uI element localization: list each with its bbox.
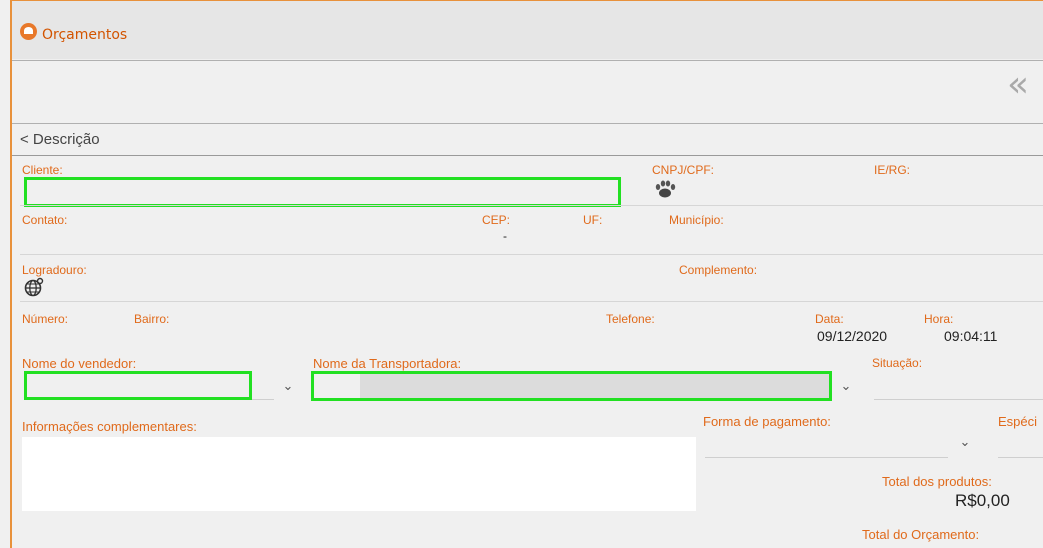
cnpj-label: CNPJ/CPF: [652, 163, 715, 177]
vendedor-underline [252, 399, 274, 400]
window-title: Orçamentos [42, 27, 128, 43]
logradouro-label: Logradouro: [22, 263, 87, 277]
cliente-label: Cliente: [22, 163, 63, 177]
contato-label: Contato: [22, 213, 68, 227]
paw-icon[interactable] [654, 179, 676, 204]
cep-value: - [503, 229, 507, 243]
numero-label: Número: [22, 312, 69, 326]
cliente-input[interactable] [24, 177, 621, 207]
total-orcamento-label: Total do Orçamento: [862, 527, 980, 542]
vendedor-label: Nome do vendedor: [22, 356, 137, 371]
total-produtos-value: R$0,00 [955, 491, 1010, 510]
transportadora-label: Nome da Transportadora: [313, 356, 462, 371]
title-bar: Orçamentos [12, 1, 1043, 59]
total-produtos-label: Total dos produtos: [882, 474, 992, 489]
telefone-label: Telefone: [606, 312, 655, 326]
row-divider [20, 254, 1043, 255]
situacao-underline [874, 399, 1043, 400]
especie-label: Espéci [998, 414, 1038, 429]
transportadora-input[interactable] [311, 371, 832, 401]
data-label: Data: [815, 312, 844, 326]
situacao-label: Situação: [872, 356, 923, 370]
pagamento-dropdown-chevron-down-icon[interactable]: ⌄ [953, 431, 977, 455]
especie-underline [998, 457, 1043, 458]
bairro-label: Bairro: [134, 312, 170, 326]
section-title: < Descrição [20, 131, 100, 148]
vendedor-dropdown-chevron-down-icon[interactable]: ⌄ [276, 375, 300, 399]
ie-label: IE/RG: [874, 163, 911, 177]
info-label: Informações complementares: [22, 419, 197, 434]
info-textarea[interactable] [22, 437, 696, 511]
hora-label: Hora: [924, 312, 954, 326]
cep-label: CEP: [482, 213, 511, 227]
pagamento-underline [705, 457, 948, 458]
data-value[interactable]: 09/12/2020 [817, 328, 887, 344]
pagamento-label: Forma de pagamento: [703, 414, 831, 429]
row-divider [20, 301, 1043, 302]
municipio-label: Município: [669, 213, 724, 227]
complemento-label: Complemento: [679, 263, 758, 277]
window-frame: Orçamentos « < Descrição Cliente: CNPJ/C… [10, 0, 1043, 548]
row-divider [20, 205, 1043, 206]
toolbar: « [12, 60, 1043, 124]
hora-value[interactable]: 09:04:11 [944, 328, 997, 344]
transportadora-dropdown-chevron-down-icon[interactable]: ⌄ [834, 375, 858, 399]
section-header-descricao[interactable]: < Descrição [12, 125, 1043, 156]
vendedor-input[interactable] [24, 371, 252, 400]
globe-icon[interactable] [24, 277, 44, 302]
uf-label: UF: [583, 213, 603, 227]
double-chevron-left-icon[interactable]: « [1007, 65, 1029, 105]
app-logo-icon [20, 23, 37, 40]
